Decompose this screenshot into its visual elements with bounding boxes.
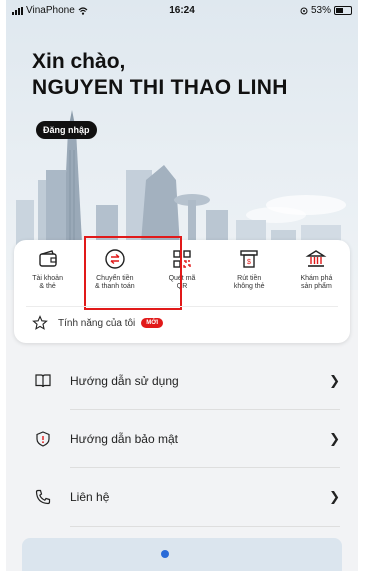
- quick-action-label: Khám phá sản phẩm: [300, 275, 333, 290]
- phone-icon: [35, 489, 51, 505]
- menu-item-label: Hướng dẫn bảo mật: [70, 432, 178, 446]
- login-button[interactable]: Đăng nhập: [36, 121, 97, 139]
- user-name: NGUYEN THI THAO LINH: [32, 76, 288, 99]
- new-badge: MỚI: [141, 318, 164, 328]
- bank-icon: [305, 250, 327, 267]
- my-features-label: Tính năng của tôi: [58, 317, 136, 329]
- quick-action-accounts-cards[interactable]: Tài khoản & thẻ: [14, 248, 81, 291]
- quick-action-label: Rút tiền không thẻ: [233, 275, 265, 290]
- menu-item-user-guide[interactable]: Hướng dẫn sử dụng ❯: [6, 352, 358, 410]
- location-icon: [300, 7, 308, 14]
- quick-action-label: Tài khoản & thẻ: [32, 275, 63, 290]
- quick-action-cardless-withdraw[interactable]: $ Rút tiền không thẻ: [216, 248, 283, 291]
- page-indicator-dot: [161, 550, 169, 558]
- battery-percent: 53%: [310, 5, 331, 16]
- menu-item-contact[interactable]: Liên hệ ❯: [6, 468, 358, 526]
- menu-item-security-guide[interactable]: Hướng dẫn bảo mật ❯: [6, 410, 358, 468]
- quick-actions-row: Tài khoản & thẻ Chuyển tiền & thanh toán: [14, 248, 350, 291]
- quick-action-explore-products[interactable]: Khám phá sản phẩm: [283, 248, 350, 291]
- chevron-right-icon: ❯: [329, 431, 340, 446]
- my-features-row[interactable]: Tính năng của tôi MỚI: [32, 315, 164, 331]
- divider: [70, 526, 340, 527]
- app-screen: Xin chào, NGUYEN THI THAO LINH Đăng nhập…: [6, 0, 358, 571]
- book-icon: [35, 374, 51, 388]
- help-menu: Hướng dẫn sử dụng ❯ Hướng dẫn bảo mật ❯ …: [6, 350, 358, 535]
- battery-info: 53%: [300, 5, 352, 16]
- chevron-right-icon: ❯: [329, 489, 340, 504]
- battery-icon: [334, 6, 352, 15]
- shield-icon: [36, 431, 50, 447]
- greeting-line-1: Xin chào,: [32, 50, 126, 73]
- wallet-icon: [38, 250, 57, 267]
- menu-item-label: Hướng dẫn sử dụng: [70, 374, 179, 388]
- quick-actions-card: Tài khoản & thẻ Chuyển tiền & thanh toán: [14, 236, 350, 343]
- chevron-right-icon: ❯: [329, 373, 340, 388]
- divider: [26, 306, 338, 307]
- highlight-box: [84, 236, 182, 310]
- atm-icon: $: [240, 250, 258, 268]
- svg-text:$: $: [247, 259, 251, 266]
- status-bar: VinaPhone 16:24 53%: [6, 0, 358, 22]
- star-icon: [32, 315, 48, 330]
- menu-item-label: Liên hệ: [70, 490, 110, 504]
- promo-banner[interactable]: [22, 538, 342, 571]
